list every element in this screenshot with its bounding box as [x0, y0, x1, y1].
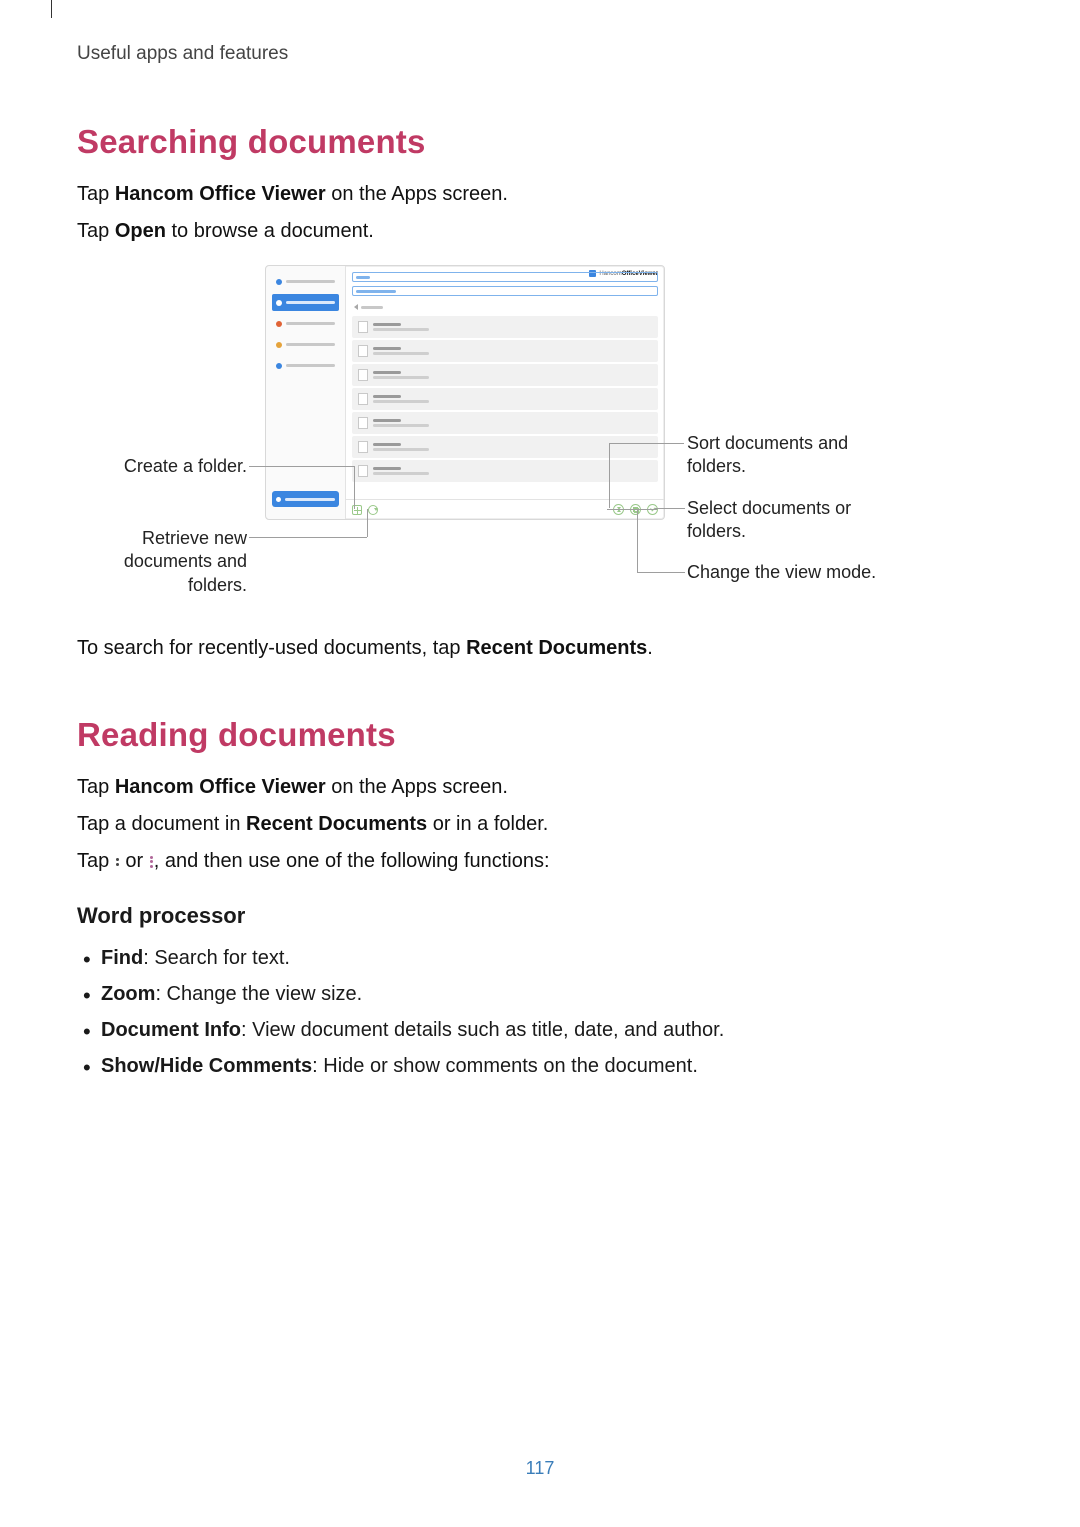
text: on the Apps screen.: [326, 183, 508, 205]
file-row: [352, 316, 658, 338]
text: Tap: [77, 183, 115, 205]
callout-select: Select documents or folders.: [687, 497, 907, 544]
text: To search for recently-used documents, t…: [77, 637, 466, 659]
lead-line: [249, 466, 354, 467]
text: : Hide or show comments on the document.: [312, 1055, 698, 1077]
bold: Document Info: [101, 1019, 241, 1041]
list-item: Document Info: View document details suc…: [101, 1013, 1003, 1047]
bold: Zoom: [101, 983, 155, 1005]
para-s1-1: Tap Hancom Office Viewer on the Apps scr…: [77, 179, 1003, 210]
running-head: Useful apps and features: [77, 43, 1003, 65]
refresh-icon: [368, 505, 378, 515]
sidebar: [266, 266, 346, 519]
three-dots-icon: [150, 854, 153, 869]
screenshot: HancomOfficeViewer: [265, 265, 665, 520]
text: on the Apps screen.: [326, 776, 508, 798]
bullet-list: Find: Search for text. Zoom: Change the …: [77, 941, 1003, 1083]
path-bar: [352, 286, 658, 296]
list-item: Show/Hide Comments: Hide or show comment…: [101, 1049, 1003, 1083]
bold: Recent Documents: [246, 813, 427, 835]
bold: Hancom Office Viewer: [115, 183, 326, 205]
lead-line: [637, 572, 685, 573]
para-s2-1: Tap Hancom Office Viewer on the Apps scr…: [77, 772, 1003, 803]
para-s2-3: Tap or , and then use one of the followi…: [77, 846, 1003, 877]
main-panel: [346, 266, 664, 519]
page-number: 117: [0, 1458, 1080, 1479]
text: , and then use one of the following func…: [154, 850, 550, 872]
up-row: [352, 300, 658, 314]
text: .: [647, 637, 653, 659]
lead-line: [354, 466, 355, 509]
para-s1-2: Tap Open to browse a document.: [77, 216, 1003, 247]
callout-viewmode: Change the view mode.: [687, 561, 907, 584]
bold: Show/Hide Comments: [101, 1055, 312, 1077]
page-tab-mark: [42, 0, 52, 18]
para-s1-3: To search for recently-used documents, t…: [77, 633, 1003, 664]
heading-searching-documents: Searching documents: [77, 123, 1003, 161]
list-item: Zoom: Change the view size.: [101, 977, 1003, 1011]
bold: Open: [115, 220, 166, 242]
figure-hancom-open: HancomOfficeViewer: [77, 265, 1003, 625]
text: Tap: [77, 850, 115, 872]
lead-line: [655, 508, 685, 509]
callout-sort: Sort documents and folders.: [687, 432, 907, 479]
heading-reading-documents: Reading documents: [77, 716, 1003, 754]
file-row: [352, 388, 658, 410]
text: : View document details such as title, d…: [241, 1019, 724, 1041]
bold: Recent Documents: [466, 637, 647, 659]
sidebar-item-active: [272, 294, 339, 311]
text: Tap: [77, 776, 115, 798]
lead-line: [609, 443, 610, 508]
file-row: [352, 412, 658, 434]
path-bar: [352, 272, 658, 282]
lead-line: [367, 509, 368, 537]
text: or in a folder.: [427, 813, 548, 835]
text: to browse a document.: [166, 220, 374, 242]
subheading-word-processor: Word processor: [77, 903, 1003, 929]
lead-line: [249, 537, 367, 538]
lead-line: [637, 509, 638, 572]
callout-retrieve: Retrieve new documents and folders.: [77, 527, 247, 597]
sidebar-item: [272, 336, 339, 353]
lead-line: [609, 443, 684, 444]
text: or: [120, 850, 149, 872]
two-dots-icon: [116, 856, 119, 868]
text: Tap a document in: [77, 813, 246, 835]
sidebar-item: [272, 315, 339, 332]
callout-create-folder: Create a folder.: [77, 455, 247, 478]
file-row: [352, 436, 658, 458]
text: Tap: [77, 220, 115, 242]
text: : Search for text.: [143, 947, 290, 969]
lead-line: [607, 509, 657, 510]
file-row: [352, 340, 658, 362]
sidebar-item: [272, 273, 339, 290]
list-item: Find: Search for text.: [101, 941, 1003, 975]
bold: Find: [101, 947, 143, 969]
sidebar-item: [272, 357, 339, 374]
sidebar-bottom: [272, 491, 339, 507]
file-row: [352, 460, 658, 482]
text: : Change the view size.: [155, 983, 362, 1005]
file-row: [352, 364, 658, 386]
bold: Hancom Office Viewer: [115, 776, 326, 798]
para-s2-2: Tap a document in Recent Documents or in…: [77, 809, 1003, 840]
